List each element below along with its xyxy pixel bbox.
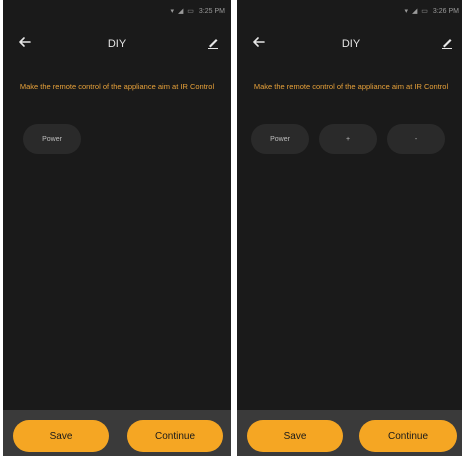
status-bar: ▾ ◢ ▭ 3:25 PM: [3, 0, 231, 22]
save-button[interactable]: Save: [247, 420, 343, 452]
key-plus-button[interactable]: +: [319, 124, 377, 154]
save-button[interactable]: Save: [13, 420, 109, 452]
bottom-action-bar: Save Continue: [237, 410, 462, 456]
pencil-icon[interactable]: [205, 34, 221, 50]
remote-key-row: Power + -: [251, 124, 445, 154]
status-icons: ▾ ◢ ▭: [170, 8, 195, 15]
status-bar: ▾ ◢ ▭ 3:26 PM: [237, 0, 462, 22]
key-power-button[interactable]: Power: [251, 124, 309, 154]
remote-key-row: Power: [23, 124, 81, 154]
app-bar: DIY: [3, 28, 231, 58]
status-time: 3:25 PM: [198, 7, 225, 15]
status-time: 3:26 PM: [432, 7, 459, 15]
phone-screen-1: ▾ ◢ ▭ 3:25 PM DIY Make the remote contro…: [3, 0, 231, 456]
page-title: DIY: [341, 38, 361, 50]
continue-button[interactable]: Continue: [359, 420, 457, 452]
continue-button[interactable]: Continue: [127, 420, 223, 452]
instruction-text: Make the remote control of the appliance…: [19, 82, 215, 91]
page-title: DIY: [107, 38, 127, 50]
instruction-text: Make the remote control of the appliance…: [253, 82, 449, 91]
key-minus-button[interactable]: -: [387, 124, 445, 154]
app-bar: DIY: [237, 28, 462, 58]
key-power-button[interactable]: Power: [23, 124, 81, 154]
pencil-icon[interactable]: [439, 34, 455, 50]
stage: ▾ ◢ ▭ 3:25 PM DIY Make the remote contro…: [0, 0, 462, 456]
status-icons: ▾ ◢ ▭: [404, 8, 429, 15]
bottom-action-bar: Save Continue: [3, 410, 231, 456]
phone-screen-2: ▾ ◢ ▭ 3:26 PM DIY Make the remote contro…: [237, 0, 462, 456]
